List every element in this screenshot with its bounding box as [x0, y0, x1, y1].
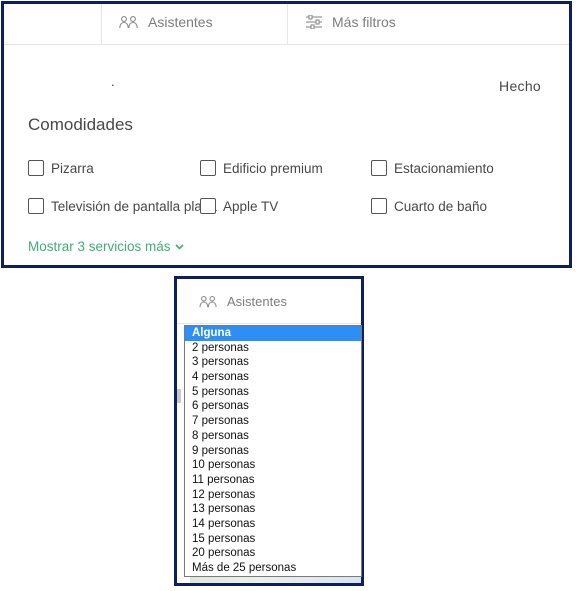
scrollbar-handle[interactable] — [177, 389, 181, 403]
amenity-label: Estacionamiento — [394, 160, 494, 176]
attendees-option[interactable]: 3 personas — [185, 355, 361, 370]
checkbox[interactable] — [28, 198, 44, 214]
show-more-amenities-link[interactable]: Mostrar 3 servicios más — [28, 239, 184, 254]
filter-bar-divider — [101, 4, 102, 44]
filter-bar-divider — [287, 4, 288, 44]
more-filters-button[interactable]: Más filtros — [305, 10, 396, 34]
attendees-option[interactable]: Alguna — [185, 326, 361, 341]
stray-dot: . — [111, 74, 115, 89]
attendees-option[interactable]: 7 personas — [185, 414, 361, 429]
amenity-apple-tv[interactable]: Apple TV — [200, 198, 278, 214]
amenity-label: Edificio premium — [223, 160, 323, 176]
people-icon — [119, 16, 138, 29]
attendees-option[interactable]: 4 personas — [185, 370, 361, 385]
attendees-option[interactable]: 20 personas — [185, 546, 361, 561]
amenity-flat-tv[interactable]: Televisión de pantalla plana — [28, 198, 217, 214]
more-filters-label: Más filtros — [332, 14, 396, 30]
sliders-icon — [306, 15, 322, 29]
checkbox[interactable] — [371, 160, 387, 176]
attendees-option[interactable]: 6 personas — [185, 399, 361, 414]
attendees-option[interactable]: 13 personas — [185, 502, 361, 517]
attendees-option[interactable]: 12 personas — [185, 488, 361, 503]
attendees-dropdown-panel: Asistentes Alguna 2 personas 3 personas 4 p… — [174, 276, 364, 586]
attendees-option[interactable]: 8 personas — [185, 429, 361, 444]
amenity-label: Apple TV — [223, 198, 279, 214]
attendees-option[interactable]: 14 personas — [185, 517, 361, 532]
attendees-option[interactable]: 11 personas — [185, 473, 361, 488]
amenities-title: Comodidades — [28, 115, 133, 134]
attendees-option[interactable]: Más de 25 personas — [185, 561, 361, 576]
amenity-label: Cuarto de baño — [394, 198, 488, 214]
amenity-premium-building[interactable]: Edificio premium — [200, 160, 323, 176]
attendees-select-label: Asistentes — [227, 293, 287, 309]
people-icon — [199, 295, 217, 307]
checkbox[interactable] — [200, 160, 216, 176]
checkbox[interactable] — [371, 198, 387, 214]
attendees-filter-button[interactable]: Asistentes — [119, 10, 213, 34]
filter-bar: Asistentes Más filtros — [4, 4, 569, 45]
attendees-option[interactable]: 15 personas — [185, 532, 361, 547]
filters-panel: Asistentes Más filtros . Hecho Comodidad… — [1, 1, 572, 268]
chevron-down-icon — [174, 243, 184, 250]
attendees-option[interactable]: 9 personas — [185, 444, 361, 459]
amenity-bathroom[interactable]: Cuarto de baño — [371, 198, 487, 214]
amenity-parking[interactable]: Estacionamiento — [371, 160, 494, 176]
attendees-options-list[interactable]: Alguna 2 personas 3 personas 4 personas 5 pe… — [184, 325, 362, 577]
amenity-label: Pizarra — [51, 160, 94, 176]
attendees-option[interactable]: 2 personas — [185, 341, 361, 356]
done-button[interactable]: Hecho — [499, 78, 541, 94]
amenity-whiteboard[interactable]: Pizarra — [28, 160, 94, 176]
checkbox[interactable] — [28, 160, 44, 176]
attendees-select[interactable]: Asistentes — [177, 279, 361, 324]
attendees-filter-label: Asistentes — [148, 14, 213, 30]
amenity-label: Televisión de pantalla plana — [51, 198, 217, 214]
show-more-label: Mostrar 3 servicios más — [28, 239, 171, 254]
checkbox[interactable] — [200, 198, 216, 214]
attendees-option[interactable]: 10 personas — [185, 458, 361, 473]
attendees-option[interactable]: 5 personas — [185, 385, 361, 400]
